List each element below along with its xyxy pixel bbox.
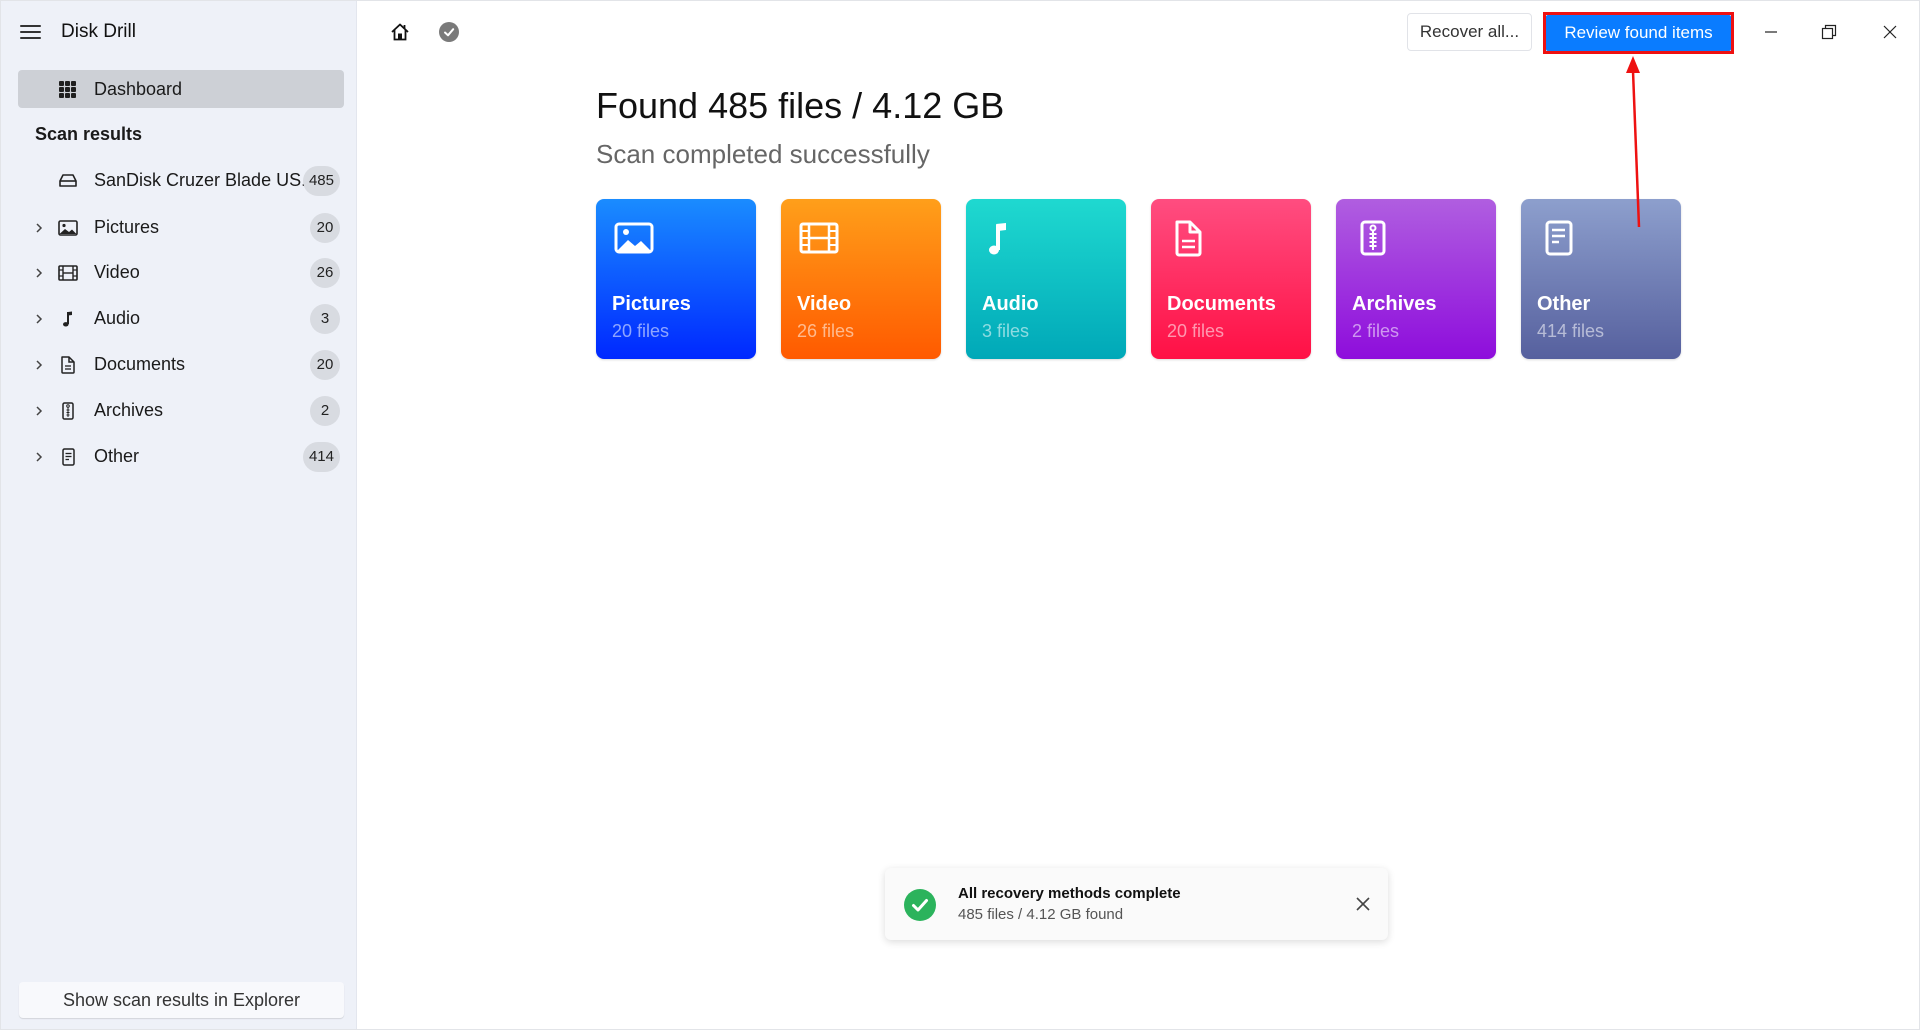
drive-icon bbox=[59, 174, 77, 187]
category-card-other[interactable]: Other 414 files bbox=[1521, 199, 1681, 359]
category-card-video[interactable]: Video 26 files bbox=[781, 199, 941, 359]
annotation-highlight-box: Review found items bbox=[1543, 12, 1734, 54]
music-note-icon bbox=[989, 223, 1006, 255]
scan-status-text: Scan completed successfully bbox=[596, 139, 930, 169]
card-file-count: 20 files bbox=[612, 321, 670, 341]
category-card-documents[interactable]: Documents 20 files bbox=[1151, 199, 1311, 359]
count-badge: 2 bbox=[310, 396, 340, 426]
page-title: Found 485 files / 4.12 GB bbox=[596, 85, 1005, 126]
image-icon bbox=[58, 220, 78, 236]
app-window: Disk Drill Dashboard Scan results SanDis… bbox=[0, 0, 1920, 1030]
sidebar-item-label: Pictures bbox=[94, 217, 160, 237]
sidebar-item-label: Video bbox=[94, 262, 140, 282]
sidebar-item-label: Documents bbox=[94, 354, 186, 374]
sidebar-item-audio[interactable]: Audio 3 bbox=[1, 299, 357, 339]
count-badge: 20 bbox=[310, 213, 340, 243]
card-title: Archives bbox=[1352, 293, 1437, 315]
other-file-icon bbox=[62, 448, 75, 466]
scan-complete-status-icon[interactable] bbox=[439, 22, 459, 42]
review-found-items-button[interactable]: Review found items bbox=[1546, 15, 1731, 51]
sidebar-item-label: Archives bbox=[94, 400, 164, 420]
card-file-count: 2 files bbox=[1352, 321, 1400, 341]
sidebar-item-pictures[interactable]: Pictures 20 bbox=[1, 208, 357, 248]
close-icon[interactable] bbox=[1354, 895, 1372, 913]
card-file-count: 20 files bbox=[1167, 321, 1225, 341]
scan-results-heading: Scan results bbox=[35, 124, 143, 144]
sidebar-item-documents[interactable]: Documents 20 bbox=[1, 345, 357, 385]
show-in-explorer-button[interactable]: Show scan results in Explorer bbox=[19, 982, 344, 1018]
category-card-archives[interactable]: Archives 2 files bbox=[1336, 199, 1496, 359]
app-title: Disk Drill bbox=[61, 21, 136, 42]
chevron-right-icon[interactable] bbox=[33, 359, 45, 371]
card-title: Other bbox=[1537, 293, 1591, 315]
sidebar: Disk Drill Dashboard Scan results SanDis… bbox=[1, 1, 357, 1029]
chevron-right-icon[interactable] bbox=[33, 451, 45, 463]
notification-toast: All recovery methods complete 485 files … bbox=[885, 868, 1388, 940]
chevron-right-icon[interactable] bbox=[33, 267, 45, 279]
menu-icon[interactable] bbox=[20, 22, 42, 42]
category-card-audio[interactable]: Audio 3 files bbox=[966, 199, 1126, 359]
sidebar-item-dashboard[interactable]: Dashboard bbox=[18, 70, 344, 108]
card-file-count: 414 files bbox=[1537, 321, 1605, 341]
home-icon[interactable] bbox=[389, 21, 411, 43]
success-check-icon bbox=[904, 889, 936, 921]
sidebar-item-label: Other bbox=[94, 446, 140, 466]
sidebar-item-video[interactable]: Video 26 bbox=[1, 253, 357, 293]
toast-title: All recovery methods complete bbox=[958, 885, 1181, 902]
sidebar-item-archives[interactable]: Archives 2 bbox=[1, 391, 357, 431]
card-file-count: 26 files bbox=[797, 321, 855, 341]
card-title: Pictures bbox=[612, 293, 691, 315]
chevron-right-icon[interactable] bbox=[33, 222, 45, 234]
chevron-right-icon[interactable] bbox=[33, 313, 45, 325]
sidebar-item-other[interactable]: Other 414 bbox=[1, 437, 357, 477]
count-badge: 485 bbox=[302, 166, 340, 196]
archive-zip-icon bbox=[62, 402, 74, 420]
close-window-icon[interactable] bbox=[1875, 17, 1905, 47]
card-file-count: 3 files bbox=[982, 321, 1030, 341]
category-card-pictures[interactable]: Pictures 20 files bbox=[596, 199, 756, 359]
film-icon bbox=[58, 265, 78, 281]
sidebar-item-label: SanDisk Cruzer Blade US... bbox=[94, 170, 317, 190]
other-file-icon bbox=[1545, 220, 1573, 256]
grid-icon bbox=[59, 81, 76, 98]
document-icon bbox=[61, 356, 75, 374]
music-note-icon bbox=[63, 311, 72, 327]
recover-all-button[interactable]: Recover all... bbox=[1407, 13, 1532, 51]
restore-icon[interactable] bbox=[1814, 17, 1844, 47]
sidebar-item-device[interactable]: SanDisk Cruzer Blade US... 485 bbox=[1, 161, 357, 201]
count-badge: 26 bbox=[310, 258, 340, 288]
minimize-icon[interactable] bbox=[1756, 17, 1786, 47]
film-icon bbox=[799, 222, 839, 254]
checkmark-icon bbox=[444, 28, 455, 37]
count-badge: 414 bbox=[302, 442, 340, 472]
card-title: Video bbox=[797, 293, 852, 315]
count-badge: 20 bbox=[310, 350, 340, 380]
toast-message: 485 files / 4.12 GB found bbox=[958, 906, 1124, 923]
document-icon bbox=[1175, 220, 1202, 257]
sidebar-item-label: Dashboard bbox=[94, 79, 183, 99]
card-title: Documents bbox=[1167, 293, 1276, 315]
card-title: Audio bbox=[982, 293, 1039, 315]
chevron-right-icon[interactable] bbox=[33, 405, 45, 417]
sidebar-item-label: Audio bbox=[94, 308, 141, 328]
image-icon bbox=[614, 222, 654, 254]
archive-zip-icon bbox=[1360, 220, 1386, 256]
count-badge: 3 bbox=[310, 304, 340, 334]
